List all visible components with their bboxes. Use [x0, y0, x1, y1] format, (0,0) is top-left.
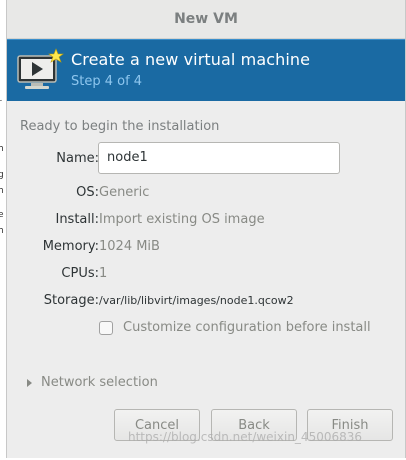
banner-step: Step 4 of 4 — [71, 74, 143, 89]
expander-arrow-icon — [27, 378, 32, 387]
cpus-label: CPUs: — [61, 266, 99, 281]
summary-heading: Ready to begin the installation — [20, 119, 220, 134]
monitor-play-new-icon — [17, 48, 64, 89]
network-selection-expander[interactable]: Network selection — [27, 375, 158, 390]
storage-label: Storage: — [43, 293, 99, 308]
banner-title: Create a new virtual machine — [71, 50, 311, 69]
customize-checkbox[interactable] — [99, 321, 113, 335]
name-label: Name: — [56, 151, 99, 166]
memory-value: 1024 MiB — [99, 239, 160, 254]
install-value: Import existing OS image — [99, 212, 265, 227]
os-value: Generic — [99, 185, 150, 200]
memory-label: Memory: — [42, 239, 99, 254]
watermark-text: https://blog.csdn.net/weixin_45006836 — [128, 430, 363, 444]
customize-checkbox-label[interactable]: Customize configuration before install — [123, 320, 371, 335]
new-vm-dialog: New VM Create a new virtual machine Step… — [6, 0, 406, 458]
storage-value: /var/lib/libvirt/images/node1.qcow2 — [99, 294, 294, 307]
network-selection-label: Network selection — [41, 375, 158, 390]
name-input[interactable]: node1 — [98, 142, 340, 174]
window-title: New VM — [7, 0, 405, 39]
cpus-value: 1 — [99, 266, 108, 281]
wizard-banner: Create a new virtual machine Step 4 of 4 — [7, 39, 405, 101]
install-label: Install: — [55, 212, 99, 227]
os-label: OS: — [76, 185, 99, 200]
